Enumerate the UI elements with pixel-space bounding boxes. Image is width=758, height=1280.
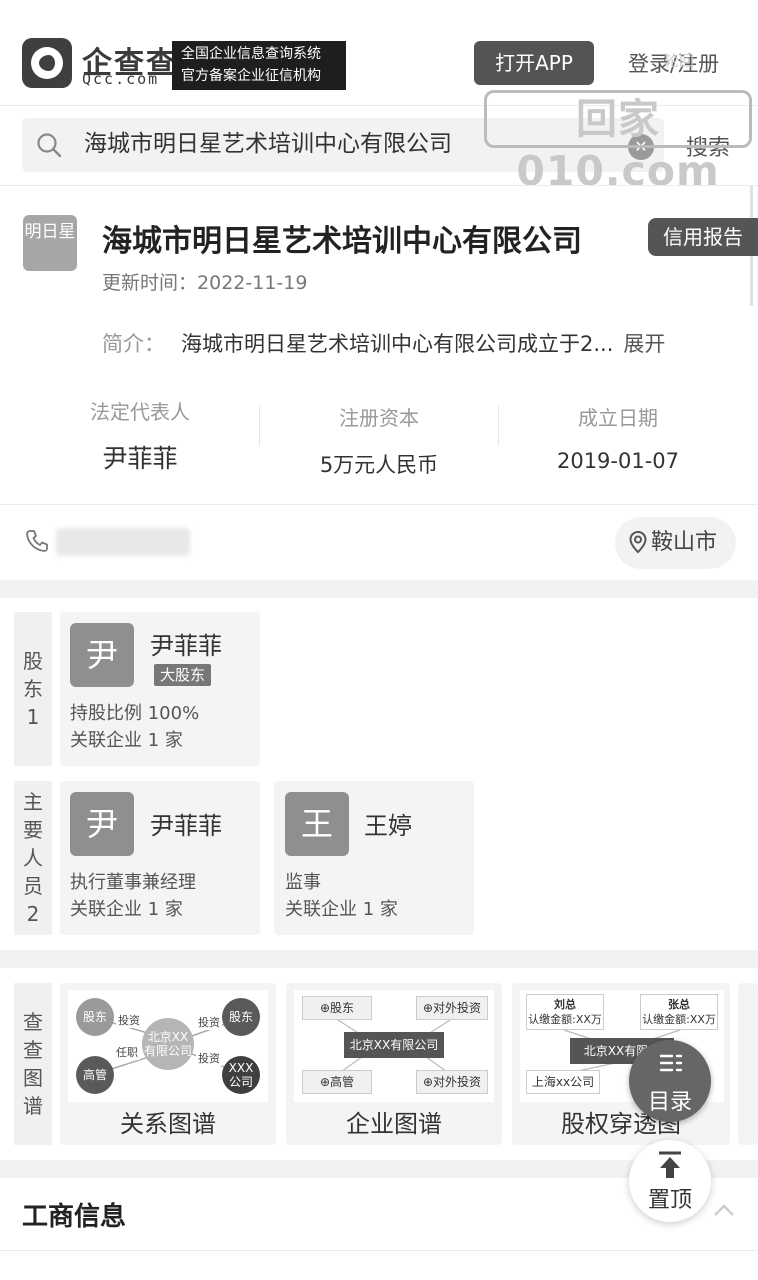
graph-node-shareholder: 股东 [76,998,114,1036]
divider [0,185,758,186]
legal-rep-value[interactable]: 尹菲菲 [21,439,259,475]
equity-person-name: 刘总 [554,998,576,1011]
arrow-up-to-top-icon [659,1151,681,1178]
enterprise-graph-preview: ⊕股东 ⊕对外投资 北京XX有限公司 ⊕高管 ⊕对外投资 [294,990,494,1102]
section-gap [0,950,758,968]
personnel-avatar: 王 [285,792,349,856]
personnel-related: 关联企业 1 家 [285,899,398,920]
graphs-tab[interactable]: 查 查 图 谱 [14,983,52,1145]
search-query-text[interactable]: 海城市明日星艺术培训中心有限公司 [84,128,452,160]
shareholder-related: 关联企业 1 家 [70,730,183,751]
logo-badge-line1: 全国企业信息查询系统 [181,46,321,62]
section-gap [0,580,758,598]
toc-list-icon [659,1054,683,1072]
graph-edge-label: 投资 [116,1012,142,1028]
capital-value: 5万元人民币 [319,453,439,477]
graph-edge-label: 投资 [196,1050,222,1066]
company-avatar: 明日星 [23,215,77,271]
divider [0,504,758,505]
graph-box-shareholder: ⊕股东 [302,996,372,1020]
graph-node-company: XXX 公司 [222,1056,260,1094]
graphs-tab-label: 查 查 图 谱 [23,1010,43,1118]
shareholder-ratio: 持股比例 100% [70,703,200,724]
business-info-title[interactable]: 工商信息 [22,1196,126,1233]
watermark-logo: 回家010.com [484,90,752,195]
major-shareholder-badge: 大股东 [154,664,212,686]
chevron-up-icon[interactable] [712,1202,736,1218]
update-date: 2022-11-19 [197,272,308,294]
graph-box-invest: ⊕对外投资 [416,1070,488,1094]
legal-rep-label: 法定代表人 [90,400,190,424]
toc-label[interactable]: 目录 [629,1084,711,1116]
update-label: 更新时间： [102,272,198,294]
logo-badge: 全国企业信息查询系统 官方备案企业征信机构 [172,41,346,90]
graph-edge-label: 任职 [114,1044,140,1060]
key-personnel-tab-label: 主 要 人 员 2 [23,790,43,926]
key-personnel-tab[interactable]: 主 要 人 员 2 [14,781,52,935]
equity-person-box: 张总 认缴金额:XX万 [640,994,718,1030]
logo-domain: Qcc.com [82,70,160,88]
location-pin-icon [629,530,647,554]
founded-block: 成立日期 2019-01-07 [499,402,737,473]
next-graph-card[interactable] [738,983,758,1145]
intro-expand-link[interactable]: 展开 [623,332,665,356]
graph-node-center: 北京XX 有限公司 [142,1018,194,1070]
personnel-avatar: 尹 [70,792,134,856]
watermark-small: 轮回 [664,52,695,70]
equity-person-box: 刘总 认缴金额:XX万 [526,994,604,1030]
personnel-role: 执行董事兼经理 [70,872,196,893]
open-app-button[interactable]: 打开APP [474,41,594,85]
personnel-related: 关联企业 1 家 [70,899,183,920]
personnel-role: 监事 [285,872,321,893]
relation-graph-preview: 股东 股东 高管 XXX 公司 北京XX 有限公司 投资 投资 任职 投资 [68,990,268,1102]
phone-number-redacted[interactable] [56,528,190,556]
founded-label: 成立日期 [578,406,658,430]
graph-edge-label: 投资 [196,1014,222,1030]
logo-badge-line2: 官方备案企业征信机构 [181,68,321,84]
shareholder-name[interactable]: 尹菲菲 [150,626,222,661]
equity-person-amount: 认缴金额:XX万 [642,1013,716,1026]
shareholders-tab-label: 股 东 1 [23,649,43,729]
personnel-name[interactable]: 王婷 [364,806,412,841]
shareholders-tab[interactable]: 股 东 1 [14,612,52,766]
equity-sub-box: 上海xx公司 [526,1070,600,1094]
qcc-logo-icon[interactable] [22,38,72,88]
graph-box-center: 北京XX有限公司 [344,1032,444,1058]
company-name: 海城市明日星艺术培训中心有限公司 [102,224,582,259]
founded-value: 2019-01-07 [556,449,680,473]
intro-label: 简介： [102,332,165,356]
divider [0,1250,758,1251]
capital-block: 注册资本 5万元人民币 [260,402,498,479]
update-time: 更新时间：2022-11-19 [102,268,307,295]
equity-person-amount: 认缴金额:XX万 [528,1013,602,1026]
personnel-name[interactable]: 尹菲菲 [150,806,222,841]
graph-box-executive: ⊕高管 [302,1070,372,1094]
shareholder-avatar: 尹 [70,623,134,687]
relation-graph-label[interactable]: 关系图谱 [60,1104,276,1139]
equity-person-name: 张总 [668,998,690,1011]
back-to-top-label[interactable]: 置顶 [629,1182,711,1214]
enterprise-graph-label[interactable]: 企业图谱 [286,1104,502,1139]
graph-node-shareholder: 股东 [222,998,260,1036]
intro-text: 海城市明日星艺术培训中心有限公司成立于2... [181,332,614,356]
company-intro: 简介： 海城市明日星艺术培训中心有限公司成立于2... 展开 [102,328,665,358]
credit-report-button[interactable]: 信用报告 [648,218,758,256]
phone-icon[interactable] [24,528,50,554]
legal-rep-block[interactable]: 法定代表人 尹菲菲 [21,396,259,475]
graph-node-executive: 高管 [76,1056,114,1094]
search-icon [37,133,62,158]
graph-box-invest: ⊕对外投资 [416,996,488,1020]
capital-label: 注册资本 [339,406,419,430]
